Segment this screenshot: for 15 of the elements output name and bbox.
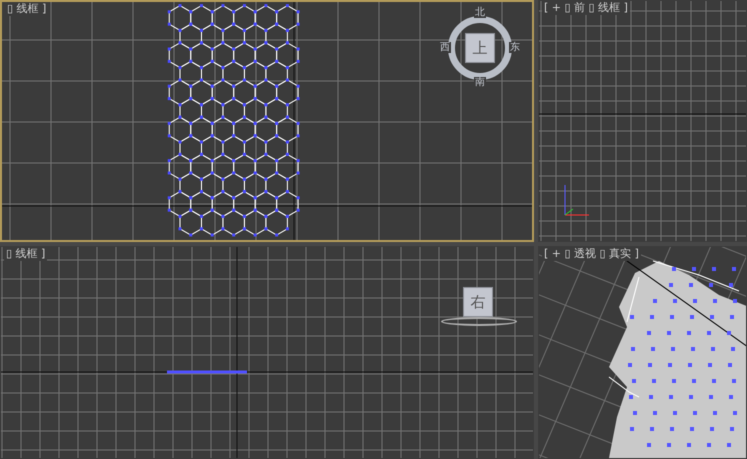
viewport[interactable]: [ + ▯ 前 ▯ 线框 ] <box>538 0 747 242</box>
compass-label[interactable]: 北 <box>474 7 486 18</box>
viewcube-face[interactable]: 右 <box>463 287 493 317</box>
viewport[interactable]: ▯ 线框 ] 右 <box>0 246 534 459</box>
viewport[interactable]: ▯ 线框 ] 北 东 南 西 上 <box>0 0 534 242</box>
viewport-label[interactable]: ▯ 线框 ] <box>5 2 48 16</box>
viewport-label[interactable]: ▯ 线框 ] <box>4 247 48 261</box>
compass-label[interactable]: 西 <box>439 42 451 53</box>
viewport-label[interactable]: [ + ▯ 前 ▯ 线框 ] <box>542 1 630 15</box>
viewport[interactable]: [ + ▯ 透视 ▯ 真实 ] <box>538 246 747 459</box>
axis-gizmo-icon <box>564 184 590 216</box>
compass-label[interactable]: 东 <box>509 42 521 53</box>
compass-label[interactable]: 南 <box>474 77 486 88</box>
viewport-label[interactable]: [ + ▯ 透视 ▯ 真实 ] <box>542 247 641 261</box>
viewcube-face[interactable]: 上 <box>465 33 495 63</box>
